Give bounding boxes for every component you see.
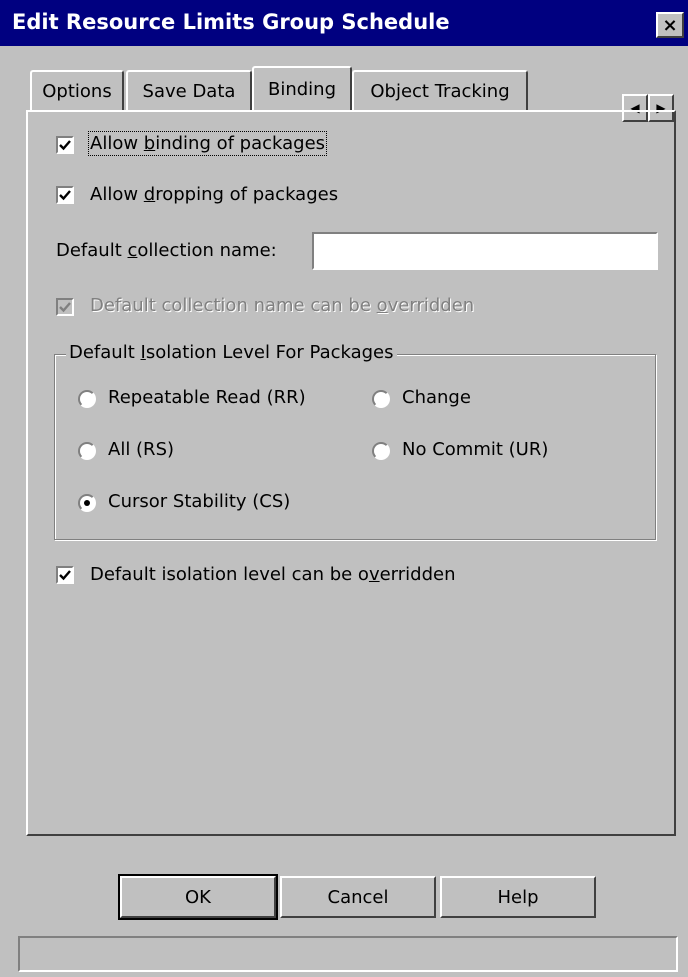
allow-dropping-checkbox[interactable]	[56, 186, 74, 204]
close-button[interactable]: ×	[656, 12, 684, 38]
radio-repeatable-read-label[interactable]: Repeatable Read (RR)	[108, 387, 306, 408]
radio-change-label[interactable]: Change	[402, 387, 471, 408]
radio-no-commit[interactable]	[372, 442, 390, 460]
checkmark-icon	[59, 297, 71, 318]
isolation-level-group-title: Default Isolation Level For Packages	[66, 342, 397, 363]
collection-name-label: Default collection name:	[56, 240, 277, 261]
allow-binding-label[interactable]: Allow binding of packages	[87, 131, 328, 156]
radio-all-rs-label[interactable]: All (RS)	[108, 439, 174, 460]
tab-label: Object Tracking	[370, 80, 510, 102]
title-bar: Edit Resource Limits Group Schedule ×	[0, 0, 688, 46]
tab-label: Options	[42, 80, 112, 102]
radio-all-rs[interactable]	[78, 442, 96, 460]
tab-binding[interactable]: Binding	[252, 66, 352, 110]
collection-name-input[interactable]	[312, 232, 658, 270]
help-button[interactable]: Help	[440, 876, 596, 918]
checkmark-icon	[59, 185, 71, 206]
allow-binding-checkbox[interactable]	[56, 136, 74, 154]
tab-label: Binding	[267, 78, 337, 100]
tab-label: Save Data	[142, 80, 236, 102]
tab-object-tracking[interactable]: Object Tracking	[352, 70, 528, 110]
allow-dropping-label[interactable]: Allow dropping of packages	[90, 184, 338, 205]
close-icon: ×	[662, 14, 678, 36]
checkmark-icon	[59, 565, 71, 586]
status-bar	[18, 936, 678, 972]
radio-cursor-stability-label[interactable]: Cursor Stability (CS)	[108, 491, 290, 512]
isolation-override-checkbox[interactable]	[56, 566, 74, 584]
radio-no-commit-label[interactable]: No Commit (UR)	[402, 439, 548, 460]
collection-override-label: Default collection name can be overridde…	[90, 295, 475, 316]
radio-selected-dot-icon	[84, 500, 90, 506]
tab-save-data[interactable]: Save Data	[126, 70, 252, 110]
radio-repeatable-read[interactable]	[78, 390, 96, 408]
radio-cursor-stability[interactable]	[78, 494, 96, 512]
checkmark-icon	[59, 135, 71, 156]
isolation-override-label[interactable]: Default isolation level can be overridde…	[90, 564, 456, 585]
window-title: Edit Resource Limits Group Schedule	[12, 10, 450, 34]
cancel-button[interactable]: Cancel	[280, 876, 436, 918]
tab-options[interactable]: Options	[30, 70, 124, 110]
radio-change[interactable]	[372, 390, 390, 408]
collection-override-checkbox	[56, 298, 74, 316]
ok-button[interactable]: OK	[118, 874, 278, 920]
